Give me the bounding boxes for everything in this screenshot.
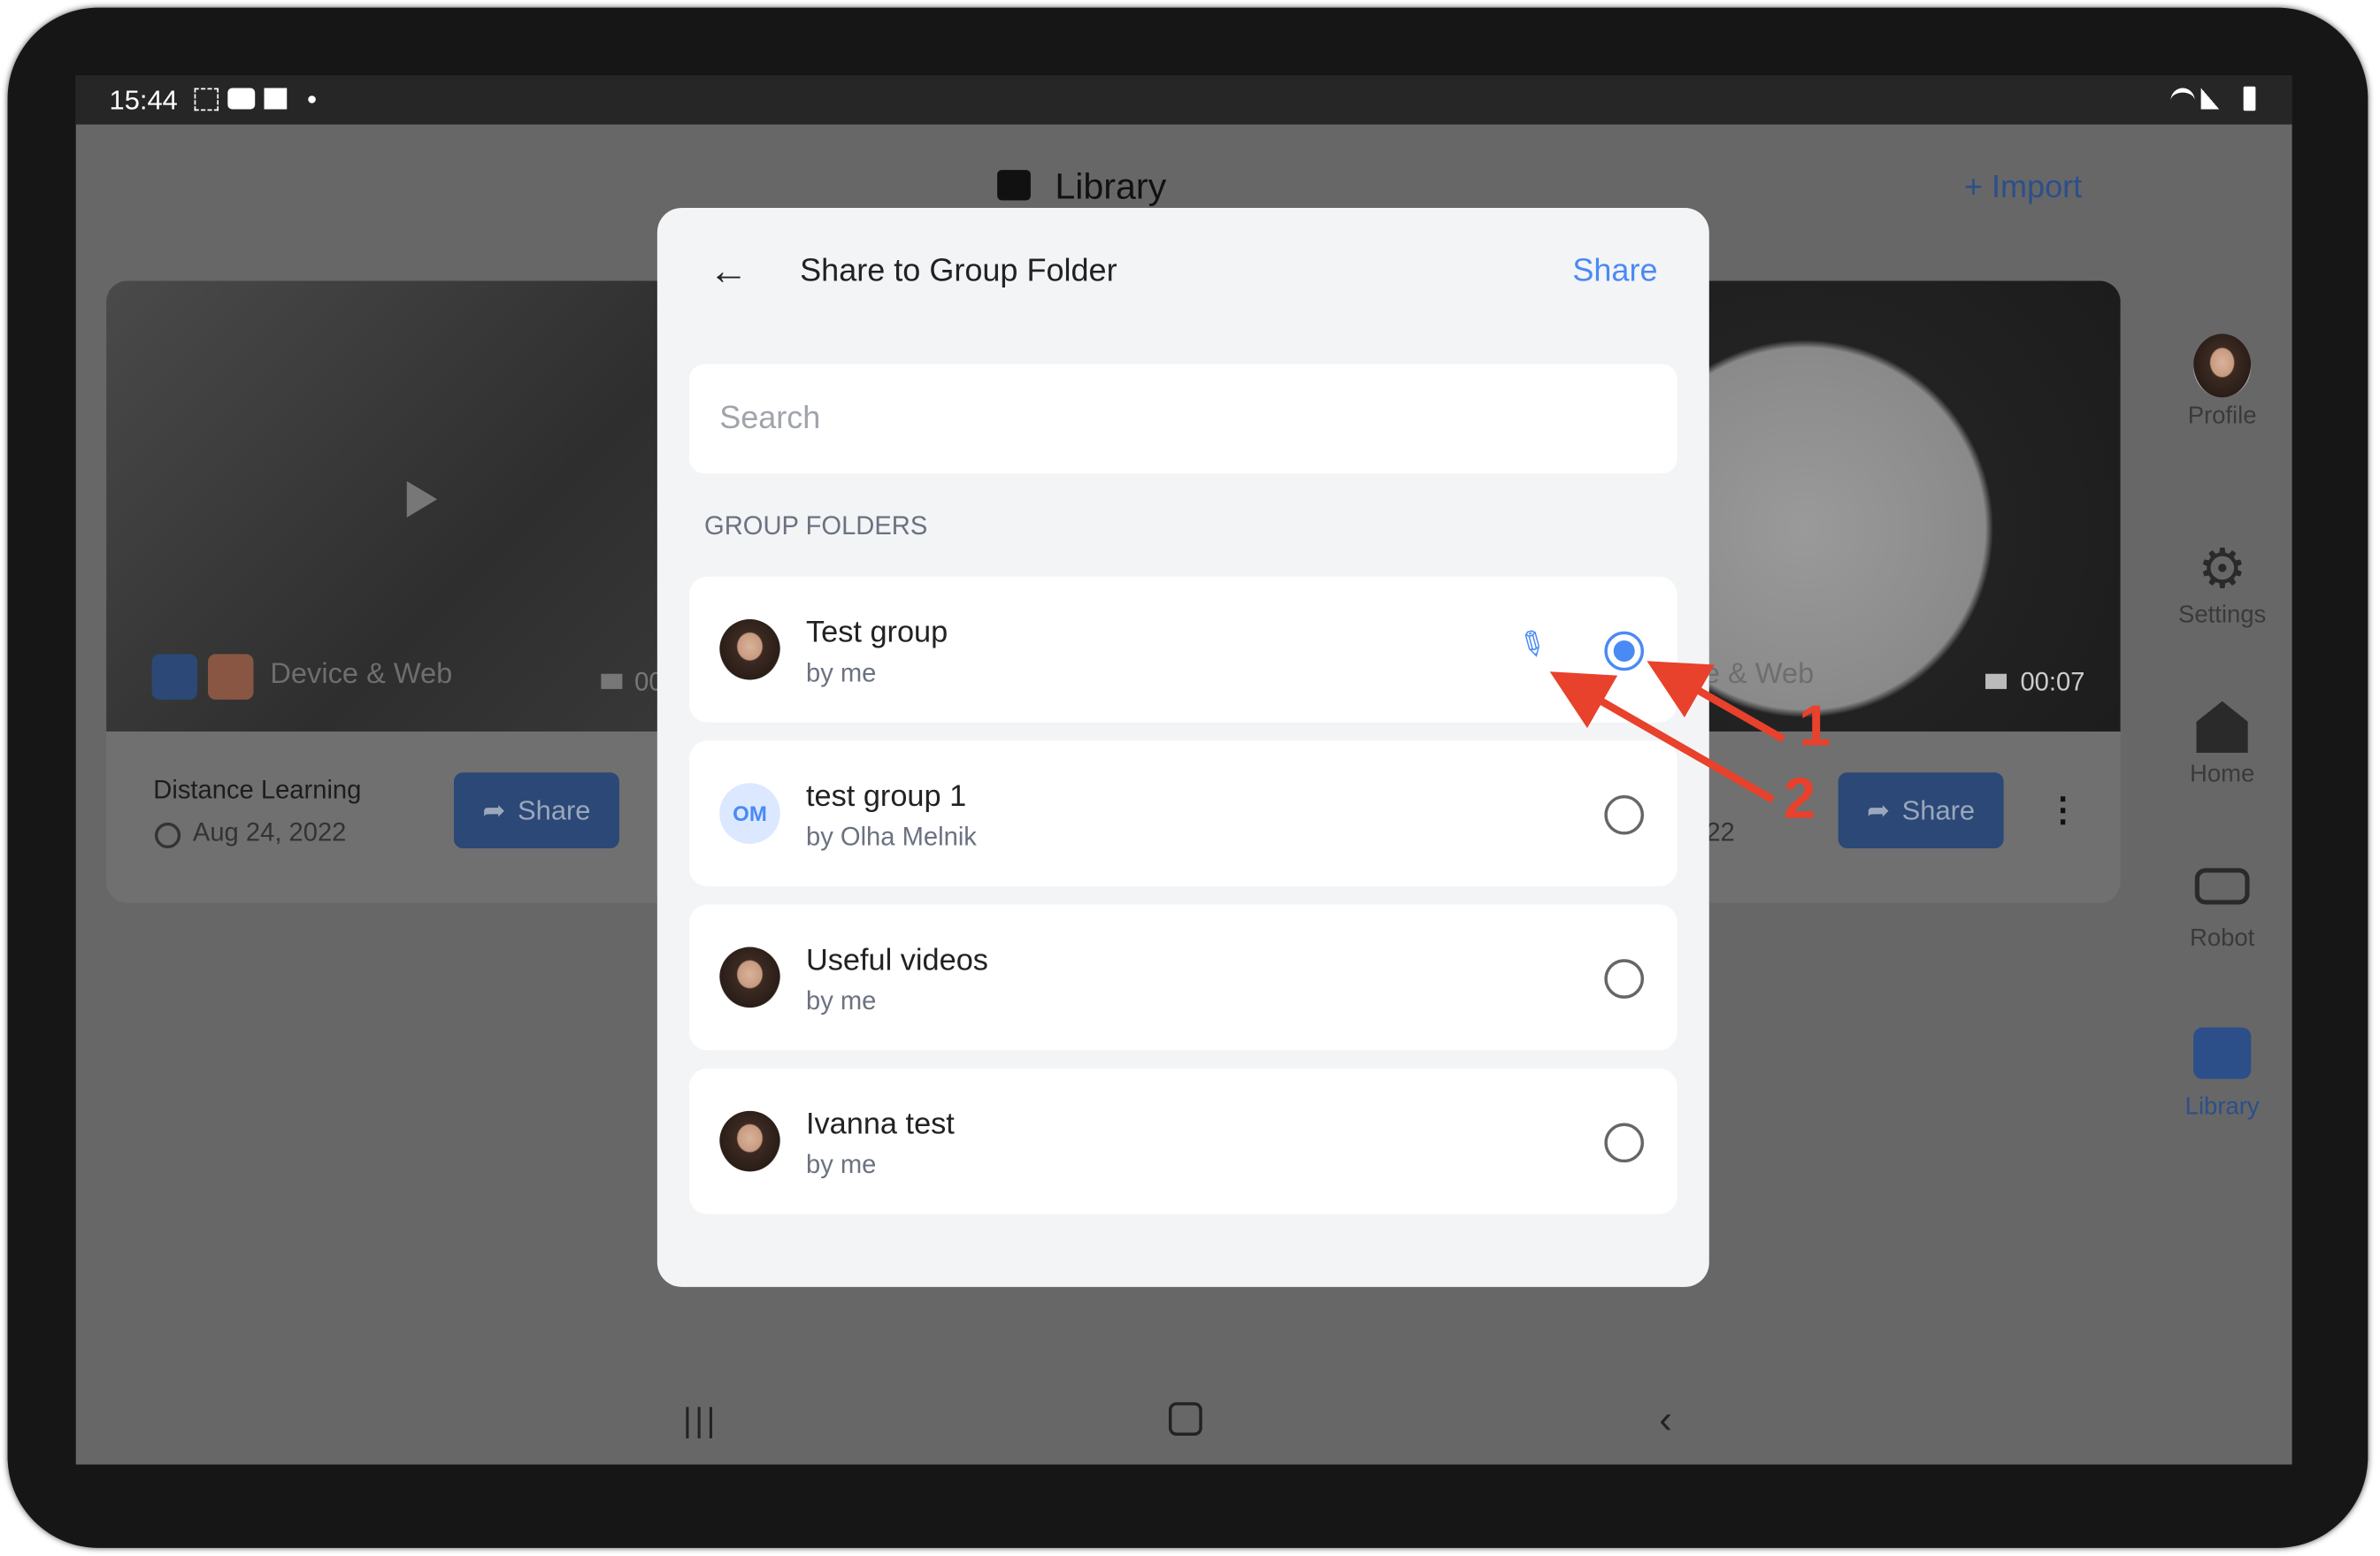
annotation-label-1: 1	[1798, 694, 1831, 759]
annotation-arrow-1	[1647, 661, 1785, 743]
annotation-layer	[1549, 661, 1785, 803]
annotation-label-2: 2	[1783, 768, 1816, 832]
annotation-arrow-2	[1549, 671, 1775, 803]
